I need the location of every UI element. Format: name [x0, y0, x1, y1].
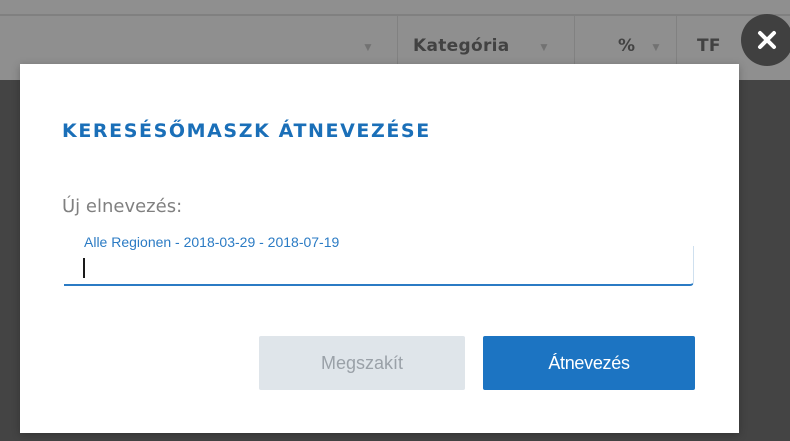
- text-caret: [83, 258, 85, 278]
- close-icon: [758, 31, 776, 49]
- cancel-button[interactable]: Megszakít: [259, 336, 465, 390]
- dialog-title: KERESÉSŐMASZK ÁTNEVEZÉSE: [62, 120, 431, 142]
- new-name-input-box[interactable]: [64, 246, 694, 286]
- close-button[interactable]: [741, 14, 790, 66]
- new-name-label: Új elnevezés:: [62, 196, 183, 217]
- rename-search-mask-dialog: KERESÉSŐMASZK ÁTNEVEZÉSE Új elnevezés: A…: [20, 64, 739, 433]
- rename-button[interactable]: Átnevezés: [483, 336, 695, 390]
- new-name-input[interactable]: [78, 254, 662, 280]
- new-name-field-wrapper: Alle Regionen - 2018-03-29 - 2018-07-19: [64, 232, 694, 288]
